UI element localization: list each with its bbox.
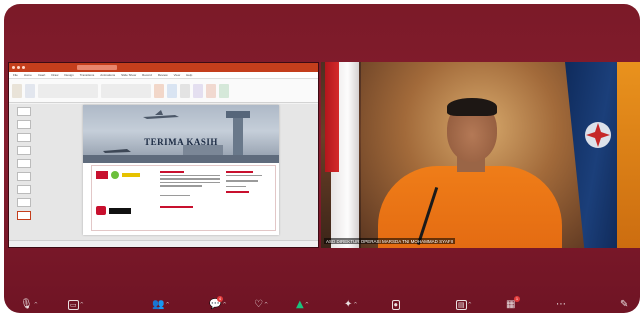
logo-icon — [96, 206, 106, 215]
ppt-menu-item[interactable]: Record — [142, 73, 152, 77]
ppt-menu-item[interactable]: Draw — [51, 73, 58, 77]
ppt-menu-item[interactable]: Transitions — [80, 73, 95, 77]
shapes-icon[interactable] — [154, 83, 164, 98]
ppt-menu-item[interactable]: View — [174, 73, 180, 77]
heart-icon: ♡ — [254, 298, 263, 310]
slide-thumbnail[interactable] — [17, 120, 31, 129]
logo-icon — [96, 171, 108, 179]
slide-thumbnail-active[interactable] — [17, 211, 31, 220]
share-screen-button[interactable]: ▲ ^ — [296, 298, 309, 313]
screenshot-frame: File Home Insert Draw Design Transitions… — [0, 0, 644, 317]
contact-text-block — [160, 171, 220, 210]
slide-thumbnail[interactable] — [17, 159, 31, 168]
share-screen-icon: ▲ — [296, 298, 304, 310]
shared-screen[interactable]: File Home Insert Draw Design Transitions… — [8, 62, 319, 248]
speaker-hair — [447, 98, 497, 116]
slide-header-image — [83, 105, 279, 163]
emblem-icon — [585, 122, 611, 148]
react-button[interactable]: ♡ ^ — [254, 298, 268, 313]
meeting-window: File Home Insert Draw Design Transitions… — [4, 4, 640, 313]
meeting-toolbar: 🎙 ^ ▭ ^ 👥 ^ 💬 ^ 4 ♡ ^ ▲ ^ ✦ ^ ⏺ ▤ ^ ▦ 1 … — [4, 294, 640, 313]
more-button[interactable]: ⋯ — [556, 298, 566, 313]
paste-icon[interactable] — [12, 83, 22, 98]
chevron-up-icon[interactable]: ^ — [264, 302, 268, 308]
slide-thumbnail[interactable] — [17, 185, 31, 194]
video-camera-icon: ▭ — [68, 299, 79, 310]
chevron-up-icon[interactable]: ^ — [222, 302, 226, 308]
window-dot-icon — [12, 66, 15, 69]
add-ins-icon[interactable] — [219, 83, 229, 98]
ppt-menu-item[interactable]: Design — [64, 73, 73, 77]
designer-icon[interactable] — [206, 83, 216, 98]
whiteboard-icon: ▤ — [456, 299, 467, 310]
ppt-menu-bar: File Home Insert Draw Design Transitions… — [9, 72, 318, 79]
ppt-menu-item[interactable]: Review — [158, 73, 168, 77]
chat-badge: 4 — [217, 296, 223, 302]
partner-logos — [96, 171, 140, 179]
dictate-icon[interactable] — [193, 83, 203, 98]
partner-logos — [96, 206, 131, 215]
ppt-workspace: TERIMA KASIH — [9, 104, 318, 247]
ppt-menu-item[interactable]: Help — [186, 73, 192, 77]
chevron-up-icon[interactable]: ^ — [353, 302, 357, 308]
annotate-button[interactable]: ✎ — [620, 298, 628, 313]
chevron-up-icon[interactable]: ^ — [305, 302, 309, 308]
ppt-status-bar — [9, 240, 318, 247]
microphone-icon: 🎙 — [20, 298, 33, 310]
slide-thumbnail[interactable] — [17, 146, 31, 155]
record-icon: ⏺ — [392, 299, 400, 310]
chevron-up-icon[interactable]: ^ — [80, 302, 84, 308]
apps-badge: 1 — [514, 296, 520, 302]
chevron-up-icon[interactable]: ^ — [34, 302, 38, 308]
ppt-menu-item[interactable]: Home — [24, 73, 32, 77]
logo-icon — [122, 173, 140, 177]
slide-thumbnail[interactable] — [17, 133, 31, 142]
ppt-ribbon — [9, 79, 318, 103]
font-controls[interactable] — [38, 83, 98, 98]
contact-text-block — [226, 171, 271, 195]
ppt-titlebar — [9, 63, 318, 72]
ppt-menu-item[interactable]: Animations — [100, 73, 115, 77]
paragraph-controls[interactable] — [101, 83, 151, 98]
chat-button[interactable]: 💬 ^ 4 — [209, 296, 227, 313]
participant-video[interactable]: ASD DIREKTUR OPERASI MARSDA TNI MOHAMMAD… — [321, 62, 640, 248]
slide-thumbnail[interactable] — [17, 107, 31, 116]
flag-red — [325, 62, 339, 172]
find-icon[interactable] — [180, 83, 190, 98]
participant-name-label: ASD DIREKTUR OPERASI MARSDA TNI MOHAMMAD… — [324, 238, 456, 244]
new-slide-icon[interactable] — [25, 83, 35, 98]
ppt-menu-item[interactable]: Slide Show — [121, 73, 136, 77]
slide-thumbnail[interactable] — [17, 198, 31, 207]
current-slide[interactable]: TERIMA KASIH — [83, 105, 279, 235]
participants-button[interactable]: 👥 ^ — [152, 298, 170, 313]
arrange-icon[interactable] — [167, 83, 177, 98]
ppt-menu-item[interactable]: File — [13, 73, 18, 77]
speaker-uniform — [378, 166, 562, 248]
logo-icon — [111, 171, 119, 179]
window-dot-icon — [17, 66, 20, 69]
window-dot-icon — [22, 66, 25, 69]
slide-title: TERIMA KASIH — [144, 137, 218, 147]
slide-thumbnails — [11, 104, 35, 244]
pen-icon: ✎ — [620, 298, 629, 310]
participants-icon: 👥 — [152, 298, 165, 310]
ppt-search-box[interactable] — [77, 65, 117, 70]
video-button[interactable]: ▭ ^ — [68, 298, 84, 313]
logo-icon — [109, 207, 131, 214]
more-apps-button[interactable]: ▦ 1 — [506, 296, 520, 313]
whiteboard-button[interactable]: ▤ ^ — [456, 298, 472, 313]
slide-thumbnail[interactable] — [17, 172, 31, 181]
chevron-up-icon[interactable]: ^ — [165, 302, 169, 308]
record-button[interactable]: ⏺ — [392, 298, 400, 313]
flag-orange — [617, 62, 640, 248]
ppt-menu-item[interactable]: Insert — [38, 73, 46, 77]
chevron-up-icon[interactable]: ^ — [468, 302, 472, 308]
mute-button[interactable]: 🎙 ^ — [20, 298, 38, 313]
slide-contact-card — [91, 165, 276, 231]
more-icon: ⋯ — [556, 298, 566, 310]
apps-icon: ✦ — [344, 298, 353, 310]
apps-button[interactable]: ✦ ^ — [344, 298, 358, 313]
airport-tower-illustration — [83, 110, 279, 163]
